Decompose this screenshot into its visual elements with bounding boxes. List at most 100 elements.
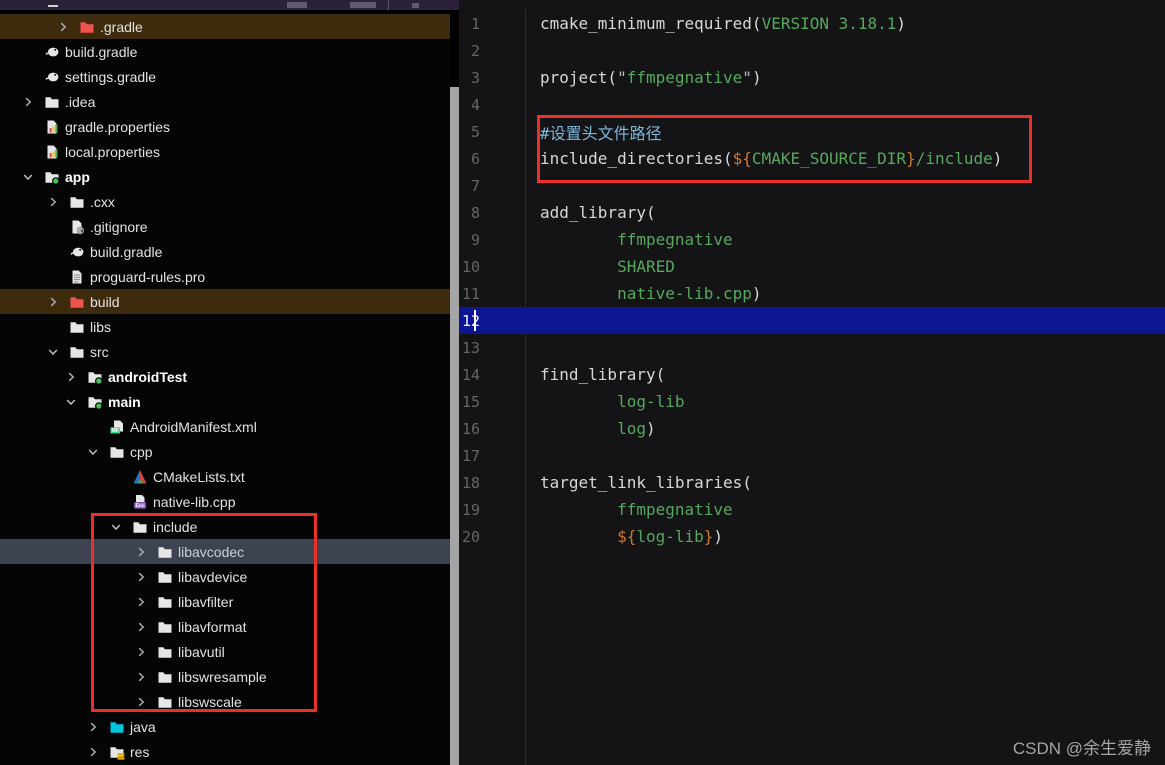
- code-line-6[interactable]: 6 include_directories(${CMAKE_SOURCE_DIR}…: [459, 145, 1165, 172]
- chevron-right-icon[interactable]: [133, 544, 149, 560]
- code-line-11[interactable]: 11 native-lib.cpp): [459, 280, 1165, 307]
- code-text: include_directories(${CMAKE_SOURCE_DIR}/…: [525, 149, 1002, 168]
- tree-item-libavfilter[interactable]: libavfilter: [0, 589, 450, 614]
- tree-item-main[interactable]: main: [0, 389, 450, 414]
- tree-item-cmakelists-txt[interactable]: CMakeLists.txt: [0, 464, 450, 489]
- tree-item-local-properties[interactable]: local.properties: [0, 139, 450, 164]
- code-text: ${log-lib}): [525, 527, 723, 546]
- code-line-10[interactable]: 10 SHARED: [459, 253, 1165, 280]
- code-text: log): [525, 419, 656, 438]
- code-token: ): [645, 419, 656, 438]
- code-line-20[interactable]: 20 ${log-lib}): [459, 523, 1165, 550]
- code-line-16[interactable]: 16 log): [459, 415, 1165, 442]
- chevron-right-icon[interactable]: [85, 719, 101, 735]
- code-line-1[interactable]: 1 cmake_minimum_required(VERSION 3.18.1): [459, 10, 1165, 37]
- tree-item-native-lib-cpp[interactable]: C++ native-lib.cpp: [0, 489, 450, 514]
- code-line-4[interactable]: 4: [459, 91, 1165, 118]
- code-line-14[interactable]: 14 find_library(: [459, 361, 1165, 388]
- code-token: ): [992, 149, 1003, 168]
- tree-item-settings-gradle[interactable]: settings.gradle: [0, 64, 450, 89]
- chevron-right-icon[interactable]: [133, 594, 149, 610]
- folder-icon: [157, 544, 173, 560]
- tree-item-label: res: [130, 743, 150, 760]
- tree-item-libavutil[interactable]: libavutil: [0, 639, 450, 664]
- tree-item-libs[interactable]: libs: [0, 314, 450, 339]
- code-line-7[interactable]: 7: [459, 172, 1165, 199]
- code-line-2[interactable]: 2: [459, 37, 1165, 64]
- tree-item-java[interactable]: java: [0, 714, 450, 739]
- folder-dot-icon: [44, 169, 60, 185]
- chevron-right-icon[interactable]: [45, 294, 61, 310]
- code-line-5[interactable]: 5 #设置头文件路径: [459, 118, 1165, 145]
- chevron-down-icon[interactable]: [85, 444, 101, 460]
- tree-item-libavdevice[interactable]: libavdevice: [0, 564, 450, 589]
- code-line-8[interactable]: 8 add_library(: [459, 199, 1165, 226]
- code-line-18[interactable]: 18 target_link_libraries(: [459, 469, 1165, 496]
- tree-item-cpp[interactable]: cpp: [0, 439, 450, 464]
- tree-item-gradle-properties[interactable]: gradle.properties: [0, 114, 450, 139]
- chevron-right-icon[interactable]: [133, 669, 149, 685]
- folder-icon: [157, 594, 173, 610]
- tree-item-androidmanifest-xml[interactable]: MF AndroidManifest.xml: [0, 414, 450, 439]
- code-line-3[interactable]: 3 project("ffmpegnative"): [459, 64, 1165, 91]
- chevron-down-icon[interactable]: [20, 169, 36, 185]
- code-line-15[interactable]: 15 log-lib: [459, 388, 1165, 415]
- line-number: 1: [470, 14, 480, 33]
- code-line-9[interactable]: 9 ffmpegnative: [459, 226, 1165, 253]
- tree-item-label: libavdevice: [178, 568, 248, 585]
- folder-icon: [69, 194, 85, 210]
- chevron-right-icon[interactable]: [55, 19, 71, 35]
- chevron-right-icon[interactable]: [133, 644, 149, 660]
- code-line-13[interactable]: 13: [459, 334, 1165, 361]
- code-token: native-lib.cpp: [617, 284, 752, 303]
- gradle-icon: [44, 44, 60, 60]
- tree-item-build-gradle[interactable]: build.gradle: [0, 239, 450, 264]
- tree-item--cxx[interactable]: .cxx: [0, 189, 450, 214]
- tree-item-libswscale[interactable]: libswscale: [0, 689, 450, 714]
- window-toolbar: [0, 0, 460, 10]
- tree-item-src[interactable]: src: [0, 339, 450, 364]
- code-token: ): [713, 527, 724, 546]
- chevron-down-icon[interactable]: [45, 344, 61, 360]
- tree-item-res[interactable]: res: [0, 739, 450, 764]
- code-token: /include: [915, 149, 993, 168]
- watermark: CSDN @余生爱静: [1012, 739, 1151, 758]
- project-tree-scrollbar[interactable]: [450, 87, 459, 765]
- chevron-right-icon[interactable]: [133, 694, 149, 710]
- code-token: CMAKE_SOURCE_DIR: [751, 149, 907, 168]
- tree-item--idea[interactable]: .idea: [0, 89, 450, 114]
- tree-item-libswresample[interactable]: libswresample: [0, 664, 450, 689]
- code-token: ${: [732, 149, 752, 168]
- code-line-17[interactable]: 17: [459, 442, 1165, 469]
- line-number: 18: [461, 473, 480, 492]
- code-editor[interactable]: 1 cmake_minimum_required(VERSION 3.18.1) 2…: [459, 0, 1165, 765]
- tree-item-build[interactable]: build: [0, 289, 450, 314]
- chevron-right-icon[interactable]: [45, 194, 61, 210]
- tree-item-proguard-rules-pro[interactable]: proguard-rules.pro: [0, 264, 450, 289]
- tree-item--gradle[interactable]: .gradle: [0, 14, 450, 39]
- tree-item--gitignore[interactable]: .gitignore: [0, 214, 450, 239]
- tree-item-label: .gradle: [100, 18, 143, 35]
- tree-item-libavcodec[interactable]: libavcodec: [0, 539, 450, 564]
- tree-item-libavformat[interactable]: libavformat: [0, 614, 450, 639]
- chevron-right-icon[interactable]: [133, 619, 149, 635]
- chevron-right-icon[interactable]: [85, 744, 101, 760]
- tree-item-androidtest[interactable]: androidTest: [0, 364, 450, 389]
- code-line-12[interactable]: 12: [459, 307, 1165, 334]
- text-cursor: [474, 310, 476, 331]
- line-number: 9: [470, 230, 480, 249]
- chevron-right-icon[interactable]: [63, 369, 79, 385]
- code-token: ${: [617, 527, 637, 546]
- chevron-down-icon[interactable]: [63, 394, 79, 410]
- code-token: log: [617, 419, 646, 438]
- code-line-19[interactable]: 19 ffmpegnative: [459, 496, 1165, 523]
- tree-item-app[interactable]: app: [0, 164, 450, 189]
- chevron-right-icon[interactable]: [20, 94, 36, 110]
- chevron-down-icon[interactable]: [108, 519, 124, 535]
- chevron-right-icon[interactable]: [133, 569, 149, 585]
- tree-item-include[interactable]: include: [0, 514, 450, 539]
- tree-item-build-gradle[interactable]: build.gradle: [0, 39, 450, 64]
